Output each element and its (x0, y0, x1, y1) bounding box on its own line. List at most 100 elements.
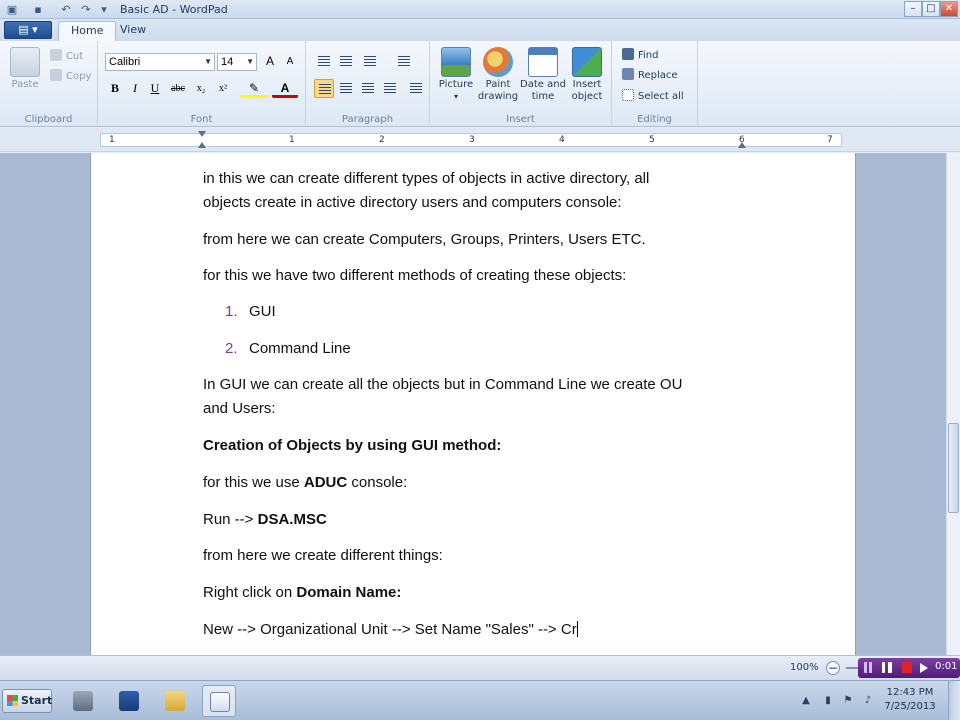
window-title: Basic AD - WordPad (120, 3, 228, 16)
insert-group-label: Insert (506, 114, 535, 125)
paragraph-icon (410, 83, 422, 94)
action-center-flag-icon[interactable]: ⚑ (842, 695, 854, 707)
decrease-indent-icon (318, 56, 330, 67)
align-center-button[interactable] (336, 79, 356, 98)
taskbar-powershell[interactable] (112, 685, 146, 717)
undo-icon[interactable]: ↶ (58, 2, 74, 17)
maximize-button[interactable]: □ (922, 1, 940, 17)
paint-drawing-button[interactable]: Paint drawing (476, 47, 520, 103)
powershell-icon (119, 691, 139, 711)
start-button[interactable]: Start (2, 689, 52, 713)
font-size-select[interactable]: 14 ▼ (217, 53, 257, 71)
taskbar-explorer[interactable] (158, 685, 192, 717)
ruler-number: 7 (827, 135, 833, 145)
shrink-font-button[interactable]: A (280, 52, 300, 71)
cut-label: Cut (66, 51, 84, 62)
clipboard-group-label: Clipboard (24, 114, 73, 125)
list-item: 2. Command Line (225, 337, 755, 361)
grow-font-button[interactable]: A (260, 52, 280, 71)
first-line-indent-marker[interactable] (198, 131, 206, 137)
font-family-select[interactable]: Calibri ▼ (105, 53, 215, 71)
text-color-button[interactable]: A (272, 79, 298, 98)
superscript-button[interactable]: x² (213, 79, 233, 98)
bullet-list-icon (364, 56, 376, 67)
editing-group: Find Replace Select all Editing (612, 41, 698, 127)
find-label: Find (638, 50, 659, 61)
bold-button[interactable]: B (105, 79, 125, 98)
picture-button[interactable]: Picture ▾ (436, 47, 476, 103)
picture-icon (441, 47, 471, 77)
increase-indent-button[interactable] (336, 52, 356, 71)
pause-icon[interactable] (882, 662, 892, 673)
font-family-value: Calibri (109, 56, 141, 68)
subscript-button[interactable]: x₂ (191, 79, 211, 98)
paragraph: Run --> DSA.MSC (203, 508, 733, 532)
copy-icon (50, 69, 62, 81)
chevron-down-icon: ▼ (246, 57, 254, 66)
volume-icon[interactable]: ♪ (862, 695, 874, 707)
select-all-button[interactable]: Select all (622, 89, 684, 104)
date-line2: time (531, 91, 555, 102)
redo-icon[interactable]: ↷ (78, 2, 94, 17)
align-right-button[interactable] (358, 79, 378, 98)
text-line: In GUI we can create all the objects but… (203, 376, 683, 393)
play-icon[interactable] (920, 663, 928, 673)
object-icon (572, 47, 602, 77)
tab-view[interactable]: View (108, 21, 158, 41)
vertical-scrollbar[interactable] (946, 153, 960, 655)
strikethrough-button[interactable]: abc (168, 79, 188, 98)
taskbar-clock[interactable]: 12:43 PM 7/25/2013 (878, 686, 942, 714)
object-line1: Insert (572, 79, 602, 90)
screen-recorder-bar: 0:01 (858, 658, 960, 678)
zoom-out-button[interactable]: − (826, 661, 840, 675)
app-menu-button[interactable]: ▤ ▾ (4, 21, 52, 39)
binoculars-icon (622, 48, 634, 60)
paste-button[interactable]: Paste (8, 47, 42, 91)
justify-button[interactable] (380, 79, 400, 98)
system-menu-icon[interactable]: ▣ (4, 2, 20, 17)
bullets-button[interactable] (360, 52, 390, 71)
stop-icon[interactable] (902, 662, 912, 673)
insert-object-button[interactable]: Insert object (566, 47, 608, 103)
date-time-button[interactable]: Date and time (520, 47, 566, 103)
left-indent-marker[interactable] (198, 142, 206, 148)
scrollbar-thumb[interactable] (948, 423, 959, 513)
decrease-indent-button[interactable] (314, 52, 334, 71)
tray-overflow-icon[interactable]: ▲ (800, 695, 812, 707)
taskbar-wordpad[interactable] (202, 685, 236, 717)
close-button[interactable]: ✕ (940, 1, 958, 17)
select-all-label: Select all (638, 91, 684, 102)
clipboard-group: Paste Cut Copy Clipboard (0, 41, 98, 127)
paragraph: New --> Organizational Unit --> Set Name… (203, 618, 733, 642)
document-page[interactable]: in this we can create different types of… (90, 153, 856, 655)
paragraph: from here we create different things: (203, 547, 443, 564)
paragraph: Right click on Domain Name: (203, 581, 733, 605)
cut-button[interactable]: Cut (50, 49, 83, 64)
show-desktop-button[interactable] (948, 681, 960, 720)
wordpad-icon (210, 692, 230, 712)
copy-button[interactable]: Copy (50, 69, 91, 84)
replace-label: Replace (638, 70, 678, 81)
bold-text-run: ADUC (303, 474, 348, 491)
paragraph-settings-button[interactable] (406, 79, 426, 98)
align-left-button[interactable] (314, 79, 334, 98)
minimize-button[interactable]: – (904, 1, 922, 17)
replace-button[interactable]: Replace (622, 68, 678, 83)
save-icon[interactable]: ▪ (30, 2, 46, 17)
font-group-label: Font (190, 114, 213, 125)
find-button[interactable]: Find (622, 48, 659, 63)
font-group: Calibri ▼ 14 ▼ A A B I U abc x₂ x² ✎ A Fon… (98, 41, 306, 127)
customize-icon[interactable]: ▾ (96, 2, 112, 17)
text-run: Run --> (203, 511, 258, 528)
title-bar: ▣ ▪ ↶ ↷ ▾ Basic AD - WordPad – □ ✕ (0, 0, 960, 19)
network-icon[interactable]: ▮ (822, 695, 834, 707)
document-area: in this we can create different types of… (0, 153, 946, 655)
right-indent-marker[interactable] (738, 142, 746, 148)
taskbar-server-manager[interactable] (66, 685, 100, 717)
underline-button[interactable]: U (145, 79, 165, 98)
italic-button[interactable]: I (125, 79, 145, 98)
line-spacing-button[interactable] (394, 52, 424, 71)
paragraph-group: Paragraph (306, 41, 430, 127)
highlight-button[interactable]: ✎ (240, 79, 268, 98)
paragraph-group-label: Paragraph (341, 114, 394, 125)
